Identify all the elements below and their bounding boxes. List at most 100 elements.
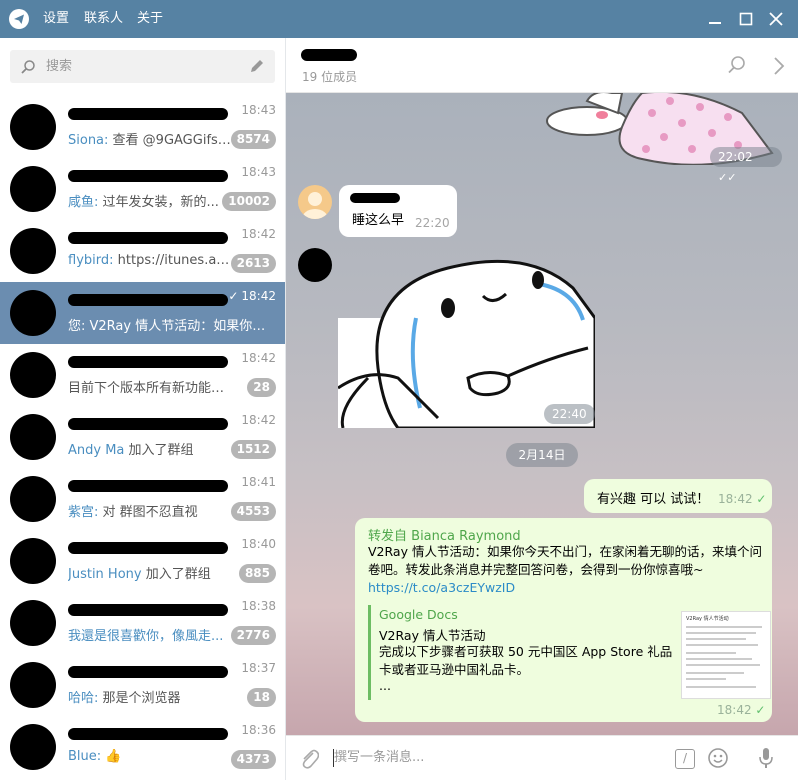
chat-list-item[interactable]: 18:41 紫宫: 对 群图不忍直视 4553 — [0, 468, 285, 530]
message-area[interactable]: 22:02 ✓✓ 睡这么早 22:20 22:40 2月14日 有兴趣 可以 试… — [286, 93, 798, 735]
chat-list-item[interactable]: 18:36 Blue: 👍 4373 — [0, 716, 285, 778]
chat-list-item[interactable]: 18:37 哈哈: 那是个浏览器 18 — [0, 654, 285, 716]
unread-badge: 8574 — [230, 130, 276, 149]
chevron-right-icon[interactable] — [772, 56, 786, 80]
sticker-time: 22:02 ✓✓ — [710, 147, 782, 184]
chat-list-item[interactable]: 18:42 Andy Ma 加入了群组 1512 — [0, 406, 285, 468]
preview-sender: 我還是很喜歡你，像風走... — [68, 629, 224, 644]
chat-preview: Blue: 👍 — [68, 749, 233, 764]
unread-badge: 4553 — [230, 502, 276, 521]
message-bubble-out[interactable]: 有兴趣 可以 试试！ 18:42 ✓ — [584, 479, 772, 513]
member-count[interactable]: 19 位成员 — [302, 68, 357, 85]
message-input[interactable]: 撰写一条消息... — [334, 736, 424, 780]
message-bubble-in[interactable]: 睡这么早 22:20 — [339, 185, 457, 237]
forward-source-name[interactable]: Bianca Raymond — [411, 529, 521, 544]
chat-list-item[interactable]: 18:43 咸鱼: 过年发女装，新的... 10002 — [0, 158, 285, 220]
unread-badge: 885 — [238, 564, 276, 583]
telegram-logo-icon — [9, 9, 29, 29]
maximize-icon[interactable] — [735, 8, 757, 30]
preview-sender: Siona: — [68, 133, 109, 148]
message-time: 18:42 ✓ — [718, 492, 767, 506]
preview-text: https://itunes.app... — [113, 253, 233, 268]
emoji-icon[interactable] — [707, 747, 729, 773]
attach-icon[interactable] — [299, 747, 320, 773]
chat-list-item[interactable]: 18:42 flybird: https://itunes.app... 2613 — [0, 220, 285, 282]
message-link[interactable]: https://t.co/a3czEYwzID — [368, 580, 515, 595]
preview-text: 目前下个版本所有新功能都在... — [68, 381, 233, 396]
unread-badge: 4373 — [230, 750, 276, 769]
chat-list-item[interactable]: 18:40 Justin Hony 加入了群组 885 — [0, 530, 285, 592]
preview-sender: Blue: — [68, 749, 102, 764]
forwarded-header: 转发自 Bianca Raymond — [368, 529, 521, 544]
chat-title-redacted[interactable] — [301, 49, 357, 61]
preview-sender: 咸鱼: — [68, 195, 99, 210]
chat-time: 18:43 — [241, 165, 276, 179]
search-icon — [20, 59, 36, 79]
chat-time: 18:37 — [241, 661, 276, 675]
chat-preview: 目前下个版本所有新功能都在... — [68, 377, 233, 396]
message-text: 有兴趣 可以 试试！ — [597, 492, 710, 507]
sent-check-icon: ✓ — [228, 289, 239, 303]
chat-list-item[interactable]: ✓ 18:42 您: V2Ray 情人节活动：如果你今... — [0, 282, 285, 344]
avatar[interactable] — [10, 228, 56, 274]
preview-text: 您: V2Ray 情人节活动：如果你今... — [68, 319, 273, 334]
avatar[interactable] — [10, 476, 56, 522]
menu-about[interactable]: 关于 — [137, 0, 163, 38]
preview-thumbnail[interactable]: V2Ray 情人节活动 — [681, 611, 771, 699]
chat-time: 18:36 — [241, 723, 276, 737]
unread-badge: 1512 — [230, 440, 276, 459]
preview-text: 加入了群组 — [141, 567, 211, 582]
link-preview[interactable]: Google Docs V2Ray 情人节活动 完成以下步骤者可获取 50 元中… — [368, 605, 772, 700]
unread-badge: 28 — [247, 378, 276, 397]
preview-text: 过年发女装，新的... — [98, 195, 219, 210]
chat-time: 18:42 — [241, 413, 276, 427]
avatar[interactable] — [10, 662, 56, 708]
avatar[interactable] — [10, 104, 56, 150]
avatar[interactable] — [10, 290, 56, 336]
avatar[interactable] — [10, 166, 56, 212]
microphone-icon[interactable] — [758, 746, 774, 774]
chat-name-redacted — [68, 666, 228, 678]
menu-settings[interactable]: 设置 — [43, 0, 69, 38]
chat-name-redacted — [68, 542, 228, 554]
chat-list-panel: 搜索 18:43Siona: 查看 @9GAGGifs 的...857418:4… — [0, 38, 286, 780]
sender-name-redacted — [350, 193, 400, 203]
search-box[interactable]: 搜索 — [10, 50, 275, 83]
avatar[interactable] — [10, 414, 56, 460]
chat-preview: 我還是很喜歡你，像風走... — [68, 625, 233, 644]
chat-preview: Siona: 查看 @9GAGGifs 的... — [68, 129, 233, 148]
chat-preview: 哈哈: 那是个浏览器 — [68, 687, 233, 706]
avatar[interactable] — [298, 185, 332, 219]
preview-sender: flybird: — [68, 253, 114, 268]
avatar[interactable] — [10, 352, 56, 398]
message-text: V2Ray 情人节活动：如果你今天不出门，在家闲着无聊的话，来填个问卷吧。转发此… — [368, 544, 762, 577]
search-input[interactable]: 搜索 — [46, 50, 72, 83]
preview-sender: 哈哈: — [68, 691, 99, 706]
date-separator: 2月14日 — [506, 443, 578, 467]
chat-time: 18:43 — [241, 103, 276, 117]
chat-header: 19 位成员 — [286, 38, 798, 93]
avatar[interactable] — [10, 724, 56, 770]
chat-preview: 紫宫: 对 群图不忍直视 — [68, 501, 233, 520]
bot-commands-icon[interactable]: / — [675, 749, 695, 769]
preview-description: 完成以下步骤者可获取 50 元中国区 App Store 礼品卡或者亚马逊中国礼… — [379, 644, 673, 677]
chat-list-item[interactable]: 18:43 Siona: 查看 @9GAGGifs 的...8574 — [0, 96, 285, 158]
minimize-icon[interactable] — [704, 8, 726, 30]
avatar[interactable] — [298, 248, 332, 282]
forwarded-message-bubble[interactable]: 转发自 Bianca Raymond V2Ray 情人节活动：如果你今天不出门，… — [355, 518, 772, 722]
search-icon[interactable] — [727, 55, 747, 79]
chat-time: 18:38 — [241, 599, 276, 613]
chat-time: 18:40 — [241, 537, 276, 551]
chat-list-item[interactable]: 18:42 目前下个版本所有新功能都在... 28 — [0, 344, 285, 406]
chat-preview: 您: V2Ray 情人节活动：如果你今... — [68, 315, 273, 334]
sticker-bunny[interactable]: 22:02 ✓✓ — [542, 93, 782, 184]
preview-text: 那是个浏览器 — [98, 691, 181, 706]
chat-list-item[interactable]: 18:38 我還是很喜歡你，像風走... 2776 — [0, 592, 285, 654]
sticker-sleeping-face[interactable]: 22:40 — [337, 248, 597, 430]
close-icon[interactable] — [765, 8, 787, 30]
menu-contacts[interactable]: 联系人 — [84, 0, 123, 38]
pencil-icon[interactable] — [248, 58, 265, 79]
avatar[interactable] — [10, 538, 56, 584]
chat-name-redacted — [68, 480, 228, 492]
avatar[interactable] — [10, 600, 56, 646]
